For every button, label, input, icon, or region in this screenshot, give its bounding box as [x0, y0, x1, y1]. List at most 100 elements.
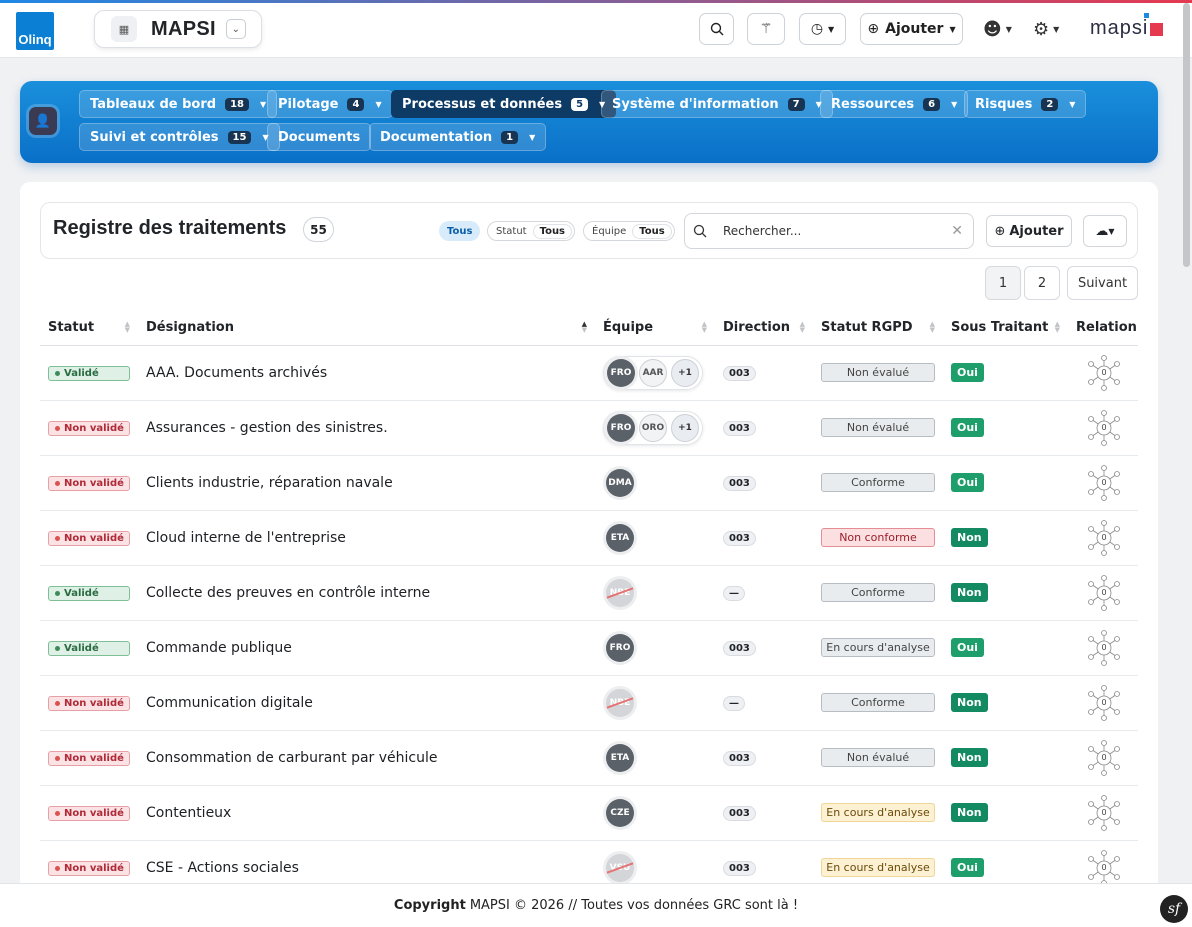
filter-all[interactable]: Tous: [439, 221, 481, 241]
olinq-logo[interactable]: Olinq: [16, 12, 54, 50]
team-avatars[interactable]: NBE: [603, 576, 637, 610]
sort-icon[interactable]: ▲ ▼: [930, 321, 935, 334]
cell-designation[interactable]: AAA. Documents archivés: [138, 345, 595, 401]
cell-relation[interactable]: 0: [1068, 510, 1138, 566]
chevron-down-icon[interactable]: ⌄: [225, 19, 246, 39]
nav-tab-documents[interactable]: Documents: [267, 123, 372, 151]
designation-link[interactable]: Communication digitale: [146, 695, 313, 711]
table-row[interactable]: Non validé Assurances - gestion des sinis…: [40, 400, 1138, 456]
cell-designation[interactable]: Consommation de carburant par véhicule: [138, 730, 595, 786]
designation-link[interactable]: AAA. Documents archivés: [146, 365, 327, 381]
team-avatar[interactable]: ORO: [639, 413, 667, 442]
table-row[interactable]: Non validé Consommation de carburant par …: [40, 730, 1138, 786]
designation-link[interactable]: Contentieux: [146, 805, 231, 821]
clear-icon[interactable]: ✕: [951, 223, 963, 239]
add-menu-button[interactable]: ⊕ Ajouter ▼: [860, 13, 963, 45]
cell-relation[interactable]: 0: [1068, 565, 1138, 621]
col-statut[interactable]: Statut ▲ ▼: [40, 310, 138, 346]
team-avatar[interactable]: AAR: [639, 358, 667, 387]
cell-designation[interactable]: Collecte des preuves en contrôle interne: [138, 565, 595, 621]
team-avatars[interactable]: NBE: [603, 686, 637, 720]
sort-icon[interactable]: ▲ ▼: [1055, 321, 1060, 334]
cell-designation[interactable]: Contentieux: [138, 785, 595, 841]
sort-icon[interactable]: ▲ ▼: [800, 321, 805, 334]
nav-tab-risques[interactable]: Risques 2 ▼: [964, 90, 1087, 118]
cell-designation[interactable]: Clients industrie, réparation navale: [138, 455, 595, 511]
cell-designation[interactable]: Assurances - gestion des sinistres.: [138, 400, 595, 456]
history-button[interactable]: ◷ ▼: [799, 13, 846, 45]
designation-link[interactable]: Cloud interne de l'entreprise: [146, 530, 346, 546]
team-avatar[interactable]: NBE: [606, 688, 634, 717]
magic-wand-button[interactable]: ⚚: [747, 13, 785, 45]
relation-graph[interactable]: 0: [1086, 794, 1122, 831]
nav-tab-documentation[interactable]: Documentation 1 ▼: [369, 123, 547, 151]
filter-team[interactable]: Équipe Tous: [583, 221, 675, 241]
nav-tab-ressources[interactable]: Ressources 6 ▼: [820, 90, 969, 118]
cell-relation[interactable]: 0: [1068, 675, 1138, 731]
search-button[interactable]: [699, 13, 734, 45]
table-row[interactable]: Validé Collecte des preuves en contrôle i…: [40, 565, 1138, 621]
relation-graph[interactable]: 0: [1086, 574, 1122, 611]
team-avatars[interactable]: FRO: [603, 631, 637, 665]
table-row[interactable]: Validé AAA. Documents archivés FRO AAR +1 003…: [40, 345, 1138, 401]
team-avatar[interactable]: FRO: [607, 413, 635, 442]
table-row[interactable]: Non validé Contentieux CZE 003 En cours d'an…: [40, 785, 1138, 841]
table-row[interactable]: Non validé Communication digitale NBE — Conf…: [40, 675, 1138, 731]
team-avatar[interactable]: FRO: [606, 633, 634, 662]
relation-graph[interactable]: 0: [1086, 354, 1122, 391]
table-row[interactable]: Validé Commande publique FRO 003 En cours d'…: [40, 620, 1138, 676]
table-row[interactable]: Non validé Cloud interne de l'entreprise E…: [40, 510, 1138, 566]
designation-link[interactable]: Commande publique: [146, 640, 292, 656]
nav-tab-processus-et-donnees[interactable]: Processus et données 5 ▼: [391, 90, 617, 118]
relation-graph[interactable]: 0: [1086, 409, 1122, 446]
table-row[interactable]: Non validé Clients industrie, réparation …: [40, 455, 1138, 511]
team-avatar[interactable]: NBE: [606, 578, 634, 607]
team-avatars[interactable]: VSU: [603, 851, 637, 885]
search-field[interactable]: Rechercher... ✕: [684, 213, 974, 249]
col-designation[interactable]: Désignation ▲ ▼: [138, 310, 595, 346]
export-button[interactable]: ☁ ▼: [1083, 215, 1127, 247]
scrollbar[interactable]: [1183, 3, 1190, 267]
sort-icon[interactable]: ▲ ▼: [125, 321, 130, 334]
relation-graph[interactable]: 0: [1086, 519, 1122, 556]
user-avatar-icon[interactable]: 👤: [29, 107, 57, 135]
col-sous-traitant[interactable]: Sous Traitant ▲ ▼: [943, 310, 1068, 346]
relation-graph[interactable]: 0: [1086, 849, 1122, 886]
cell-relation[interactable]: 0: [1068, 455, 1138, 511]
col-direction[interactable]: Direction ▲ ▼: [715, 310, 813, 346]
cell-relation[interactable]: 0: [1068, 785, 1138, 841]
app-switcher[interactable]: ▦ MAPSI ⌄: [94, 10, 262, 48]
nav-tab-pilotage[interactable]: Pilotage 4 ▼: [267, 90, 393, 118]
team-avatar[interactable]: CZE: [606, 798, 634, 827]
team-avatars[interactable]: ETA: [603, 741, 637, 775]
designation-link[interactable]: Assurances - gestion des sinistres.: [146, 420, 388, 436]
team-avatars[interactable]: FRO AAR +1: [603, 355, 703, 390]
cell-designation[interactable]: Cloud interne de l'entreprise: [138, 510, 595, 566]
col-equipe[interactable]: Équipe ▲ ▼: [595, 310, 715, 346]
cell-relation[interactable]: 0: [1068, 400, 1138, 456]
user-menu[interactable]: ☻ ▼: [983, 19, 1012, 40]
designation-link[interactable]: Collecte des preuves en contrôle interne: [146, 585, 430, 601]
sort-icon[interactable]: ▲ ▼: [582, 321, 587, 334]
team-avatar[interactable]: DMA: [606, 468, 634, 497]
designation-link[interactable]: CSE - Actions sociales: [146, 860, 299, 876]
nav-tab-systeme-d-information[interactable]: Système d'information 7 ▼: [601, 90, 833, 118]
team-avatar[interactable]: +1: [671, 358, 699, 387]
cell-relation[interactable]: 0: [1068, 620, 1138, 676]
team-avatars[interactable]: FRO ORO +1: [603, 410, 703, 445]
cell-relation[interactable]: 0: [1068, 730, 1138, 786]
sort-icon[interactable]: ▲ ▼: [702, 321, 707, 334]
cell-designation[interactable]: Commande publique: [138, 620, 595, 676]
symfony-toolbar-icon[interactable]: sf: [1160, 895, 1188, 923]
designation-link[interactable]: Consommation de carburant par véhicule: [146, 750, 438, 766]
relation-graph[interactable]: 0: [1086, 684, 1122, 721]
team-avatar[interactable]: FRO: [607, 358, 635, 387]
team-avatar[interactable]: ETA: [606, 743, 634, 772]
nav-tab-suivi-et-controles[interactable]: Suivi et contrôles 15 ▼: [79, 123, 280, 151]
team-avatars[interactable]: ETA: [603, 521, 637, 555]
team-avatar[interactable]: ETA: [606, 523, 634, 552]
designation-link[interactable]: Clients industrie, réparation navale: [146, 475, 393, 491]
cell-relation[interactable]: 0: [1068, 345, 1138, 401]
relation-graph[interactable]: 0: [1086, 739, 1122, 776]
col-statut-rgpd[interactable]: Statut RGPD ▲ ▼: [813, 310, 943, 346]
